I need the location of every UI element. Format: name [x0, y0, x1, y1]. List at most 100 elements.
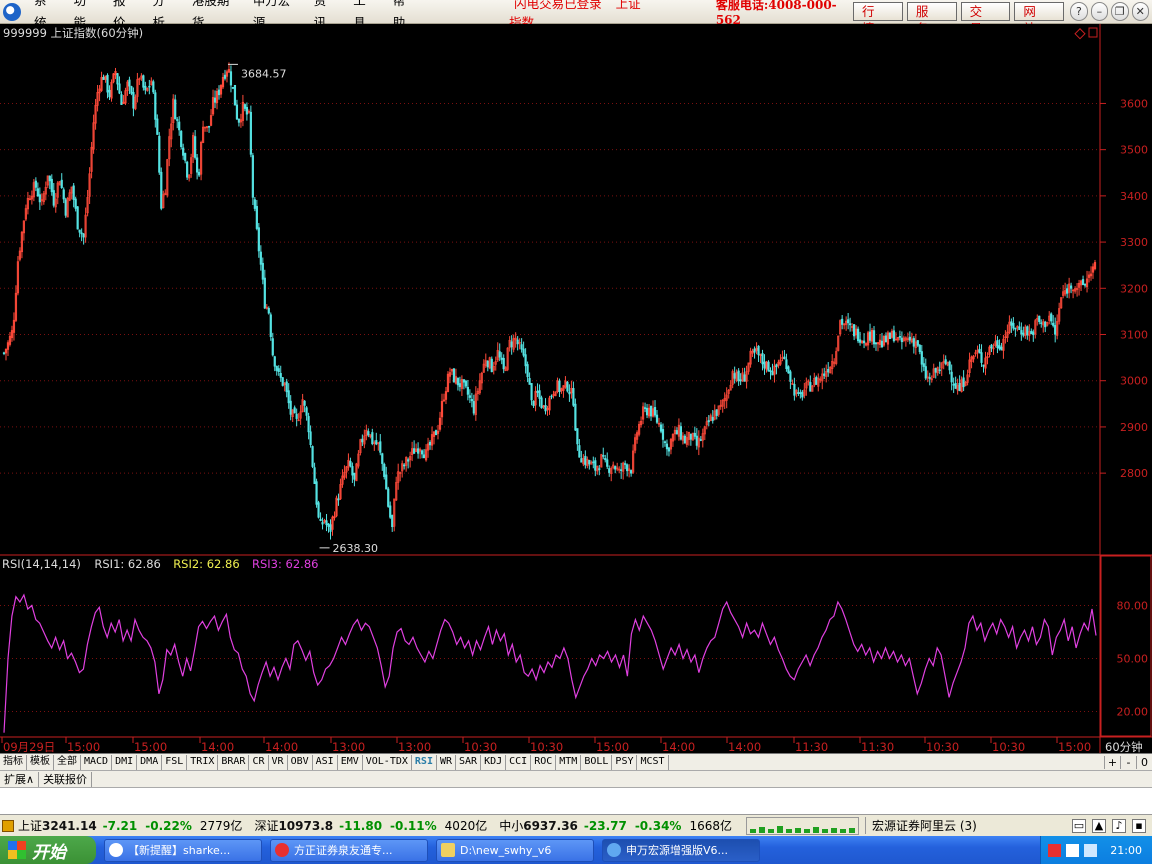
tab-boll[interactable]: BOLL [581, 754, 613, 770]
tab-rsi[interactable]: RSI [412, 754, 437, 770]
tab-mtm[interactable]: MTM [556, 754, 582, 770]
alert-icon[interactable]: ♪ [1112, 818, 1126, 833]
tab-sar[interactable]: SAR [456, 754, 482, 770]
lock-icon[interactable]: ▪ [1132, 818, 1146, 833]
task-folder[interactable]: D:\new_swhy_v6 [436, 838, 594, 862]
app-logo-icon[interactable] [3, 2, 21, 21]
candle-body [102, 76, 105, 80]
candle-body [1030, 330, 1033, 335]
candle-body [924, 366, 927, 379]
tab-roc[interactable]: ROC [531, 754, 557, 770]
tab-emv[interactable]: EMV [338, 754, 363, 770]
chart-canvas[interactable]: 2800 2900 3000 3100 3200 3300 3400 3500 3600 20.0… [0, 24, 1152, 755]
tab-group-1[interactable]: 模板 [27, 754, 54, 770]
expand-icon[interactable] [1088, 27, 1098, 38]
tab-mcst[interactable]: MCST [637, 754, 669, 770]
tab-asi[interactable]: ASI [313, 754, 338, 770]
axes [0, 24, 1152, 755]
task-founder[interactable]: 方正证券泉友通专... [270, 838, 428, 862]
candle-body [667, 447, 671, 452]
diamond-icon[interactable] [1074, 28, 1086, 40]
candle-body [174, 99, 177, 120]
period-label[interactable]: 60分钟 [1105, 740, 1143, 754]
candle-body [614, 466, 617, 470]
sme-index-value: 6937.36 [523, 818, 578, 833]
candle-body [689, 433, 692, 440]
tab-wr[interactable]: WR [437, 754, 457, 770]
tray-app-icon[interactable] [1048, 843, 1062, 857]
candle-body [259, 251, 262, 265]
candle-body [269, 314, 272, 338]
candle-body [371, 432, 374, 445]
minimize-button[interactable]: – [1090, 2, 1109, 21]
candle-body [502, 357, 505, 370]
clock[interactable]: 21:00 [1110, 844, 1142, 857]
candle-body [576, 428, 579, 445]
candle-body [194, 136, 197, 158]
related-quote-tab[interactable]: 关联报价 [39, 771, 93, 787]
tab-psy[interactable]: PSY [612, 754, 638, 770]
candle-body [422, 454, 426, 459]
flash-trade-status[interactable]: 闪电交易已登录 [514, 0, 602, 11]
candle-body [391, 515, 394, 528]
candle-body [516, 339, 519, 345]
broker-server[interactable]: 宏源证券阿里云 (3) [865, 817, 977, 834]
tab-vr[interactable]: VR [269, 754, 288, 770]
tray-volume-icon[interactable] [1066, 843, 1080, 857]
nav-service-button[interactable]: 服务 [906, 2, 957, 36]
tab-brar[interactable]: BRAR [218, 754, 250, 770]
candle-body [160, 171, 163, 209]
tab-group-2[interactable]: 全部 [54, 754, 81, 770]
candle-body [594, 460, 597, 471]
signal-icon[interactable]: ▲ [1092, 818, 1106, 833]
nav-website-button[interactable]: 网站 [1014, 2, 1065, 36]
restore-button[interactable]: ❐ [1111, 2, 1129, 21]
tab-macd[interactable]: MACD [81, 754, 113, 770]
task-forum[interactable]: 【新提醒】sharke... [104, 838, 262, 862]
tab-dmi[interactable]: DMI [112, 754, 138, 770]
candle-body [763, 361, 766, 369]
tray-network-icon[interactable] [1084, 843, 1098, 857]
sh-index-name[interactable]: 上证 [18, 817, 42, 834]
tab-group-0[interactable]: 指标 [0, 754, 27, 770]
candle-body [349, 461, 352, 467]
start-button[interactable]: 开始 [0, 836, 96, 864]
nav-quotes-button[interactable]: 行情 [853, 2, 903, 36]
market-icon[interactable] [2, 819, 14, 832]
candle-body [462, 379, 465, 383]
sz-index-name[interactable]: 深证 [254, 817, 278, 834]
candle-body [52, 190, 55, 206]
candle-body [319, 518, 322, 521]
candle-body [962, 377, 965, 388]
zoom-out-button[interactable]: - [1120, 755, 1136, 769]
tab-cr[interactable]: CR [249, 754, 269, 770]
help-window-button[interactable]: ? [1070, 2, 1088, 21]
zoom-reset-button[interactable]: 0 [1136, 755, 1152, 769]
tab-obv[interactable]: OBV [288, 754, 313, 770]
zoom-in-button[interactable]: + [1104, 755, 1120, 769]
candle-body [980, 352, 983, 363]
tab-kdj[interactable]: KDJ [481, 754, 507, 770]
tab-dma[interactable]: DMA [137, 754, 163, 770]
time-tick-label: 10:30 [926, 740, 959, 754]
candle-body [158, 135, 161, 173]
candle-body [626, 464, 629, 472]
candle-body [1040, 322, 1043, 324]
close-button[interactable]: ✕ [1131, 2, 1149, 21]
candle-body [950, 371, 953, 383]
sme-index-name[interactable]: 中小 [499, 817, 523, 834]
expand-tab[interactable]: 扩展∧ [0, 771, 40, 787]
chart-area[interactable]: 2800 2900 3000 3100 3200 3300 3400 3500 3600 20.0… [0, 24, 1152, 755]
time-tick-label: 13:00 [332, 740, 365, 754]
candle-body [353, 472, 356, 480]
tab-cci[interactable]: CCI [506, 754, 532, 770]
keyboard-icon[interactable]: ▭ [1072, 818, 1086, 833]
sh-index-change: -7.21 [102, 818, 138, 833]
price-tick-label: 2900 [1120, 421, 1148, 434]
tab-vol-tdx[interactable]: VOL-TDX [363, 754, 412, 770]
tab-fsl[interactable]: FSL [162, 754, 188, 770]
nav-trade-button[interactable]: 交易 [960, 2, 1011, 36]
tab-trix[interactable]: TRIX [187, 754, 219, 770]
candle-body [693, 432, 696, 437]
task-swhy[interactable]: 申万宏源增强版V6... [602, 838, 760, 862]
